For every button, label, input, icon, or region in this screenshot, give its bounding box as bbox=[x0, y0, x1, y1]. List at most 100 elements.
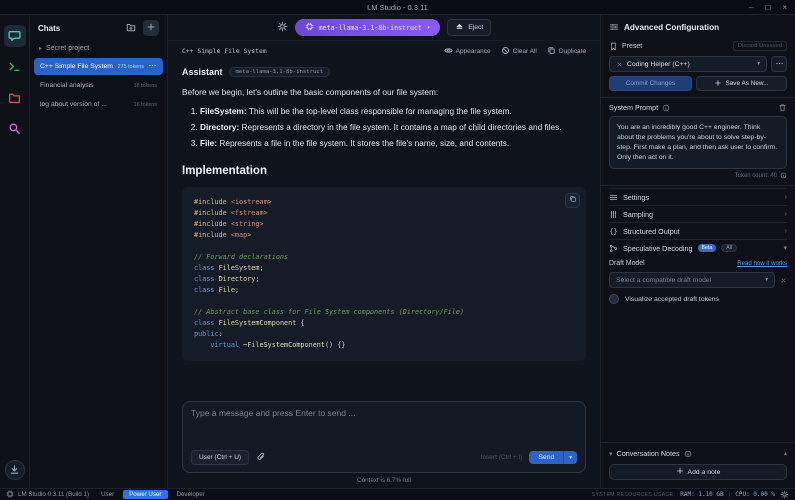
message-scroll-area[interactable]: Assistant meta-llama-3.1-8b-instruct Bef… bbox=[168, 61, 600, 393]
chat-menu-icon[interactable] bbox=[148, 61, 157, 72]
clear-draft-icon[interactable] bbox=[780, 277, 787, 284]
minimize-button[interactable]: – bbox=[749, 4, 753, 12]
preset-selected-value: Coding Helper (C++) bbox=[627, 61, 690, 68]
duplicate-button[interactable]: Duplicate bbox=[547, 46, 586, 57]
app-version: LM Studio 0.3.11 (Build 1) bbox=[6, 490, 89, 500]
lm-studio-window: LM Studio - 0.3.11 – □ × Chats bbox=[0, 0, 795, 500]
toggle-knob[interactable] bbox=[609, 294, 619, 304]
clear-preset-icon[interactable] bbox=[616, 61, 623, 68]
eye-icon bbox=[444, 46, 453, 57]
preset-label: Preset bbox=[622, 43, 642, 50]
nav-chats-button[interactable] bbox=[4, 25, 26, 47]
folder-plus-icon bbox=[126, 22, 136, 34]
token-count: Token count: 40 bbox=[735, 173, 777, 179]
sidebar-header: Chats bbox=[30, 15, 167, 41]
preset-menu-button[interactable] bbox=[771, 56, 787, 72]
nav-my-models-button[interactable] bbox=[4, 87, 26, 109]
resources-divider: | bbox=[729, 491, 731, 498]
save-as-new-button[interactable]: Save As New... bbox=[696, 76, 787, 91]
preset-actions: Commit Changes Save As New... bbox=[609, 76, 787, 91]
chat-list-item[interactable]: Financial analysis 18 tokens bbox=[34, 77, 163, 94]
message-composer[interactable]: User (Ctrl + U) Insert (Ctrl + I) Send ▾ bbox=[182, 401, 586, 473]
branch-icon bbox=[609, 244, 618, 253]
divider bbox=[601, 97, 795, 98]
cpu-usage: CPU: 0.00 % bbox=[735, 491, 775, 498]
new-chat-button[interactable] bbox=[143, 20, 159, 36]
attach-file-button[interactable] bbox=[256, 452, 266, 464]
read-how-it-works-link[interactable]: Read how it works bbox=[737, 260, 787, 267]
divider bbox=[601, 185, 795, 186]
sliders-icon bbox=[609, 193, 618, 202]
visualize-tokens-label: Visualize accepted draft tokens bbox=[625, 296, 719, 303]
maximize-button[interactable]: □ bbox=[765, 4, 770, 12]
add-note-button[interactable]: Add a note bbox=[609, 464, 787, 480]
mode-developer[interactable]: Developer bbox=[173, 490, 209, 499]
chevron-right-icon: › bbox=[785, 228, 787, 235]
nav-discover-button[interactable] bbox=[4, 118, 26, 140]
status-bar: LM Studio 0.3.11 (Build 1) User Power Us… bbox=[0, 488, 795, 500]
close-button[interactable]: × bbox=[782, 4, 787, 12]
panel-header: Advanced Configuration bbox=[609, 15, 787, 39]
user-mode-switcher: User Power User Developer bbox=[97, 490, 209, 499]
all-badge[interactable]: All bbox=[721, 244, 737, 252]
message-role: Assistant bbox=[182, 67, 223, 77]
mode-user[interactable]: User bbox=[97, 490, 118, 499]
new-folder-button[interactable] bbox=[123, 20, 139, 36]
trash-icon[interactable] bbox=[778, 103, 787, 112]
system-resources: SYSTEM RESOURCES USAGE: RAM: 1.10 GB | C… bbox=[592, 490, 789, 499]
folder-label: Secret project bbox=[46, 45, 89, 52]
section-sampling[interactable]: Sampling › bbox=[609, 205, 787, 222]
mode-power-user[interactable]: Power User bbox=[123, 490, 167, 499]
preset-selector-row: Coding Helper (C++) ▾ bbox=[609, 56, 787, 72]
model-settings-button[interactable] bbox=[277, 21, 288, 34]
settings-gear-icon[interactable] bbox=[780, 490, 789, 499]
appearance-label: Appearance bbox=[456, 48, 491, 55]
user-role-button[interactable]: User (Ctrl + U) bbox=[191, 450, 249, 465]
list-item: FileSystemThis will be the top-level cla… bbox=[200, 105, 586, 118]
app-version-label: LM Studio 0.3.11 (Build 1) bbox=[18, 491, 89, 498]
list-term: Directory bbox=[200, 122, 242, 132]
list-desc: This will be the top-level class respons… bbox=[249, 106, 512, 116]
list-term: FileSystem bbox=[200, 106, 249, 116]
chat-list-item[interactable]: log about version of ... 16 tokens bbox=[34, 96, 163, 113]
conversation-notes-header[interactable]: ▾ Conversation Notes ▾ bbox=[609, 449, 787, 458]
system-prompt-input[interactable]: You are an incredibly good C++ engineer.… bbox=[609, 116, 787, 169]
sidebar-folder-secret-project[interactable]: ▸ Secret project bbox=[30, 41, 167, 56]
send-button[interactable]: Send ▾ bbox=[529, 451, 577, 464]
nav-developer-button[interactable] bbox=[4, 56, 26, 78]
sidebar-title: Chats bbox=[38, 24, 60, 33]
list-term: File bbox=[200, 138, 219, 148]
send-options-caret[interactable]: ▾ bbox=[564, 452, 577, 464]
chevron-down-icon: ▾ bbox=[765, 277, 768, 283]
message-input[interactable] bbox=[191, 408, 577, 438]
folder-icon bbox=[8, 91, 21, 106]
loaded-model-selector[interactable]: meta-llama-3.1-8b-instruct ▾ bbox=[295, 19, 441, 36]
section-speculative-decoding[interactable]: Speculative Decoding Beta All ▾ bbox=[609, 239, 787, 256]
copy-code-button[interactable] bbox=[565, 193, 580, 208]
duplicate-icon bbox=[547, 46, 556, 57]
model-topbar: meta-llama-3.1-8b-instruct ▾ Eject bbox=[168, 15, 600, 41]
appearance-button[interactable]: Appearance bbox=[444, 46, 491, 57]
chat-title: Financial analysis bbox=[40, 82, 130, 89]
clear-all-button[interactable]: Clear All bbox=[501, 46, 537, 57]
chevron-down-icon: ▾ bbox=[609, 450, 613, 458]
section-structured-output[interactable]: Structured Output › bbox=[609, 222, 787, 239]
clear-icon bbox=[501, 46, 510, 57]
draft-model-selector[interactable]: Select a compatible draft model ▾ bbox=[609, 272, 775, 288]
implementation-heading: Implementation bbox=[168, 165, 600, 177]
bookmark-icon bbox=[609, 42, 618, 51]
composer-controls: User (Ctrl + U) Insert (Ctrl + I) Send ▾ bbox=[191, 450, 577, 465]
resources-label: SYSTEM RESOURCES USAGE: bbox=[592, 492, 676, 498]
downloads-button[interactable] bbox=[5, 460, 25, 480]
draft-model-placeholder: Select a compatible draft model bbox=[616, 277, 711, 284]
plus-icon bbox=[714, 79, 722, 89]
eject-model-button[interactable]: Eject bbox=[447, 19, 491, 36]
settings-label: Settings bbox=[623, 193, 649, 202]
discard-unsaved-button[interactable]: Discard Unsaved bbox=[733, 41, 787, 51]
message-header: Assistant meta-llama-3.1-8b-instruct bbox=[168, 67, 600, 77]
preset-selector[interactable]: Coding Helper (C++) ▾ bbox=[609, 56, 767, 72]
section-settings[interactable]: Settings › bbox=[609, 188, 787, 205]
app-icon bbox=[6, 490, 14, 500]
chat-list-item[interactable]: C++ Simple File System 275 tokens bbox=[34, 58, 163, 75]
commit-changes-button[interactable]: Commit Changes bbox=[609, 76, 692, 91]
